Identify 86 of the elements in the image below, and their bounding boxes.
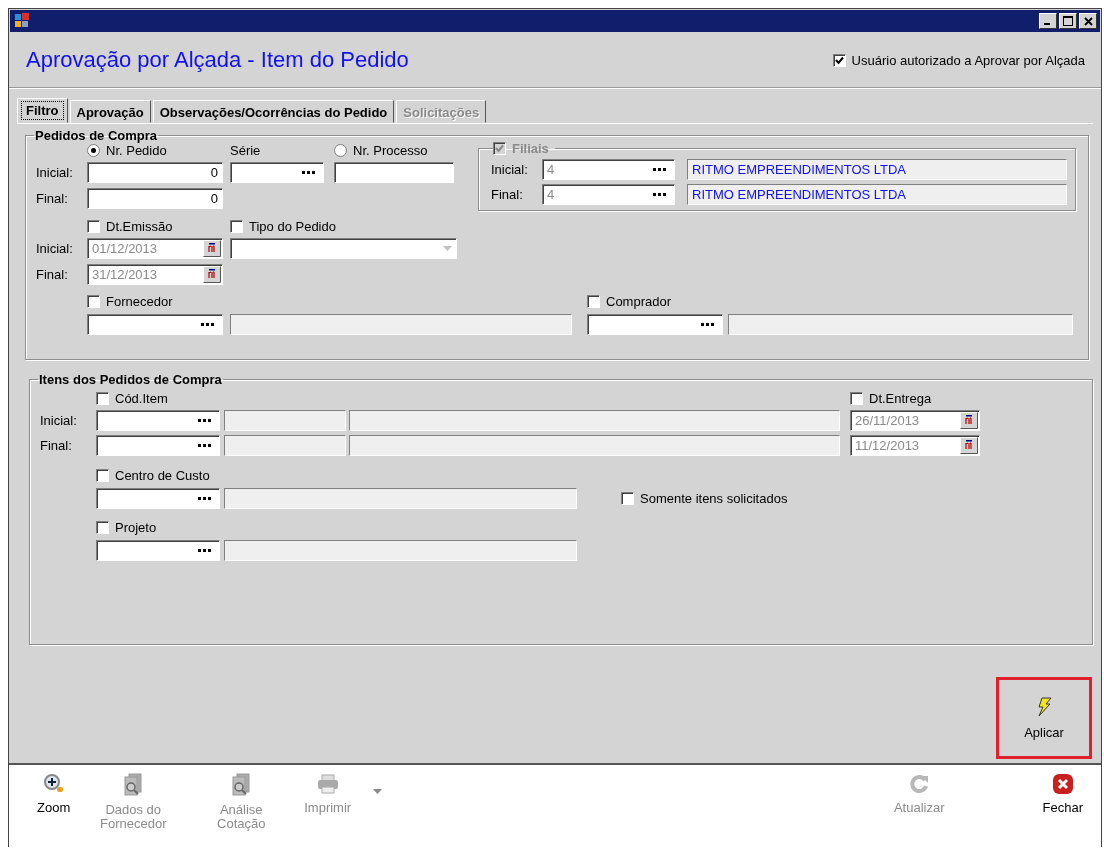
field-label: Inicial:: [36, 165, 74, 180]
lookup-field[interactable]: [230, 162, 324, 183]
lookup-field[interactable]: [96, 488, 220, 509]
document-search-icon: [230, 773, 253, 797]
calendar-icon[interactable]: [203, 266, 221, 283]
description-field: RITMO EMPREENDIMENTOS LTDA: [687, 159, 1067, 180]
lookup-field[interactable]: [96, 410, 220, 431]
ellipsis-icon[interactable]: [198, 419, 211, 422]
app-icon: [14, 13, 30, 29]
date-field[interactable]: 31/12/2013: [87, 264, 223, 285]
field-label: Final:: [36, 191, 69, 206]
group-title: Itens dos Pedidos de Compra: [38, 372, 223, 387]
checkbox-label: Projeto: [115, 520, 157, 535]
radio-button[interactable]: [334, 144, 347, 157]
field-label: Final:: [40, 438, 73, 453]
ellipsis-icon[interactable]: [653, 193, 666, 196]
ellipsis-icon[interactable]: [701, 323, 714, 326]
calendar-icon[interactable]: [960, 412, 978, 429]
tab[interactable]: Aprovação: [69, 100, 151, 123]
checkbox-label: Cód.Item: [115, 391, 168, 406]
checkbox[interactable]: [587, 295, 600, 308]
checkbox-label: Fornecedor: [106, 294, 173, 309]
checkbox[interactable]: [87, 295, 100, 308]
checkbox[interactable]: [230, 220, 243, 233]
form-title: Aprovação por Alçada - Item do Pedido: [26, 47, 409, 73]
lookup-field[interactable]: [96, 435, 220, 456]
dropdown-field[interactable]: [230, 238, 457, 259]
date-field[interactable]: 11/12/2013: [850, 435, 980, 456]
close-button[interactable]: [1079, 13, 1097, 29]
checkbox[interactable]: [850, 392, 863, 405]
checkbox[interactable]: [96, 392, 109, 405]
checkbox-label: Comprador: [606, 294, 672, 309]
date-field[interactable]: 01/12/2013: [87, 238, 223, 259]
maximize-icon: [1063, 16, 1073, 26]
checkbox-label: Dt.Emissão: [106, 219, 173, 234]
checkbox-label: Dt.Entrega: [869, 391, 932, 406]
checkbox-label: Somente itens solicitados: [640, 491, 788, 506]
radio-label: Nr. Processo: [353, 143, 428, 158]
radio-button[interactable]: [87, 144, 100, 157]
close-icon: [1083, 16, 1093, 26]
checkbox-label: Centro de Custo: [115, 468, 210, 483]
lightning-icon: [1036, 696, 1052, 717]
ellipsis-icon[interactable]: [302, 171, 315, 174]
checkbox-label: Usuário autorizado a Aprovar por Alçada: [851, 52, 1085, 68]
ellipsis-icon[interactable]: [198, 549, 211, 552]
ellipsis-icon[interactable]: [198, 444, 211, 447]
printer-icon: [315, 773, 340, 795]
checkbox[interactable]: [832, 53, 846, 67]
ellipsis-icon[interactable]: [653, 168, 666, 171]
checkbox[interactable]: [96, 469, 109, 482]
checkbox[interactable]: [87, 220, 100, 233]
date-field[interactable]: 26/11/2013: [850, 410, 980, 431]
checkbox-label: Tipo do Pedido: [249, 219, 336, 234]
checkbox[interactable]: [621, 492, 634, 505]
lookup-field[interactable]: [96, 540, 220, 561]
group-title: Pedidos de Compra: [34, 128, 159, 143]
toolbar-button[interactable]: Fechar: [1038, 771, 1087, 817]
document-search-icon: [122, 773, 145, 797]
ellipsis-icon[interactable]: [198, 497, 211, 500]
field-label: Final:: [36, 267, 69, 282]
description-field: RITMO EMPREENDIMENTOS LTDA: [687, 184, 1067, 205]
checkbox-label: Filiais: [512, 141, 549, 156]
input-field[interactable]: [334, 162, 454, 183]
ellipsis-icon[interactable]: [201, 323, 214, 326]
number-field[interactable]: 0: [87, 188, 223, 209]
maximize-button[interactable]: [1059, 13, 1077, 29]
field-label: Série: [230, 143, 262, 158]
toolbar-button[interactable]: Zoom: [33, 771, 75, 817]
refresh-icon: [908, 773, 931, 795]
calendar-icon[interactable]: [960, 437, 978, 454]
lookup-field[interactable]: [587, 314, 723, 335]
tab[interactable]: Filtro: [17, 98, 68, 123]
field-label: Inicial:: [40, 413, 78, 428]
radio-label: Nr. Pedido: [106, 143, 167, 158]
number-field[interactable]: 0: [87, 162, 223, 183]
tab[interactable]: Observações/Ocorrências do Pedido: [152, 100, 395, 123]
lookup-field[interactable]: [87, 314, 223, 335]
apply-button[interactable]: Aplicar: [996, 677, 1092, 759]
field-label: Final:: [491, 187, 524, 202]
field-label: Inicial:: [491, 162, 529, 177]
minimize-button[interactable]: [1039, 13, 1057, 29]
zoom-in-icon: [42, 773, 65, 795]
close-icon: [1051, 773, 1074, 795]
checkbox[interactable]: [96, 521, 109, 534]
field-label: Inicial:: [36, 241, 74, 256]
calendar-icon[interactable]: [203, 240, 221, 257]
